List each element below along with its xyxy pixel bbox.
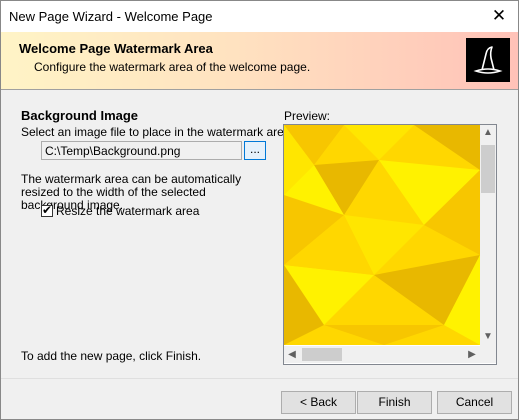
cancel-button[interactable]: Cancel	[437, 391, 512, 414]
close-icon[interactable]: ✕	[488, 5, 510, 27]
window-title: New Page Wizard - Welcome Page	[9, 9, 213, 24]
horizontal-scrollbar[interactable]: ◀ ▶	[284, 346, 480, 363]
preview-image	[284, 125, 480, 345]
browse-button[interactable]: ...	[244, 141, 266, 160]
finish-hint-text: To add the new page, click Finish.	[21, 349, 202, 363]
finish-button[interactable]: Finish	[357, 391, 432, 414]
back-button[interactable]: < Back	[281, 391, 356, 414]
wizard-hat-icon	[466, 38, 510, 82]
vertical-scrollbar[interactable]: ▲ ▼	[480, 125, 496, 347]
scroll-down-icon[interactable]: ▼	[480, 329, 496, 345]
select-image-label: Select an image file to place in the wat…	[21, 125, 294, 139]
horizontal-scroll-thumb[interactable]	[302, 348, 342, 361]
header-subtitle: Configure the watermark area of the welc…	[34, 60, 311, 74]
title-bar: New Page Wizard - Welcome Page ✕	[1, 1, 518, 32]
resize-watermark-option[interactable]: ✔ Resize the watermark area	[41, 202, 199, 218]
preview-pane: ▲ ▼ ◀ ▶	[283, 124, 497, 365]
resize-watermark-checkbox[interactable]: ✔	[41, 202, 53, 217]
vertical-scroll-thumb[interactable]	[481, 145, 495, 193]
checkmark-icon: ✔	[42, 202, 53, 217]
background-image-heading: Background Image	[21, 108, 139, 123]
scroll-left-icon[interactable]: ◀	[284, 346, 300, 363]
scrollbar-corner	[480, 346, 496, 363]
scroll-right-icon[interactable]: ▶	[464, 346, 480, 363]
scroll-up-icon[interactable]: ▲	[480, 125, 496, 141]
wizard-header: Welcome Page Watermark Area Configure th…	[1, 32, 518, 90]
wizard-window: New Page Wizard - Welcome Page ✕ Welcome…	[0, 0, 519, 420]
footer-divider	[1, 378, 518, 379]
preview-label: Preview:	[284, 109, 331, 123]
resize-watermark-label[interactable]: Resize the watermark area	[56, 204, 199, 218]
header-title: Welcome Page Watermark Area	[19, 41, 213, 56]
background-path-field[interactable]	[41, 141, 242, 160]
